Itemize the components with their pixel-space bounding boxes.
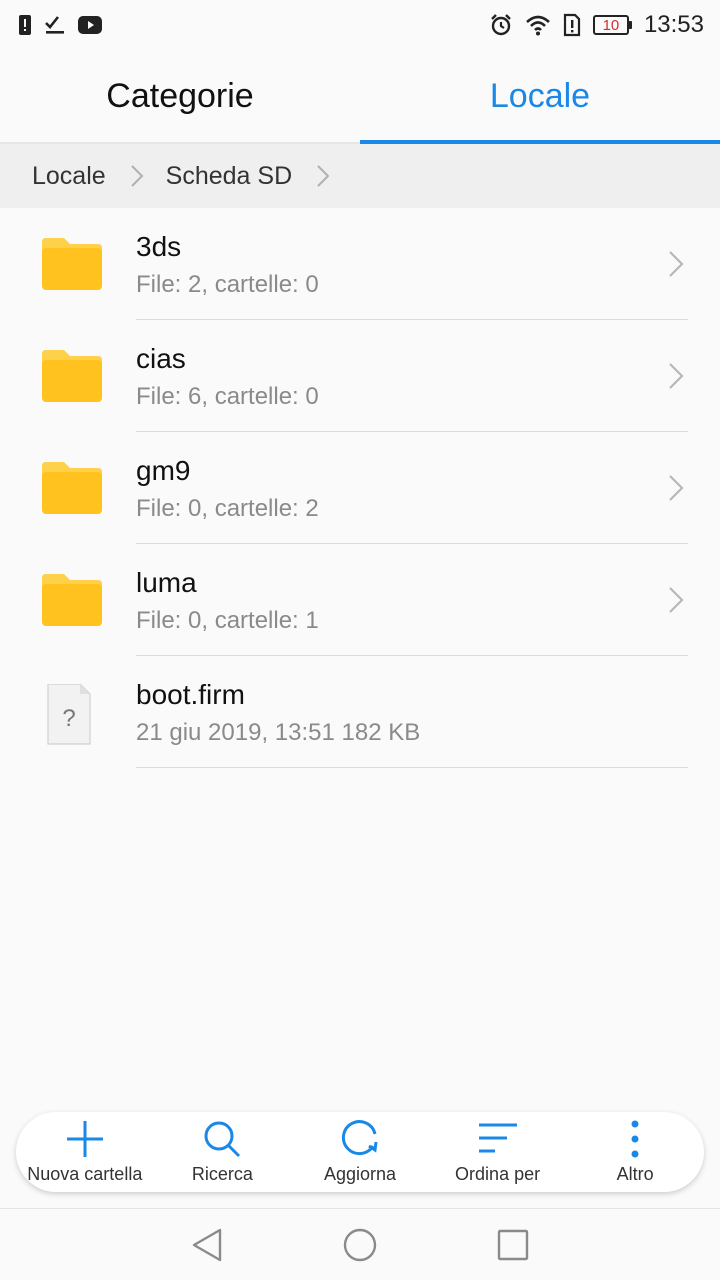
refresh-icon xyxy=(339,1118,381,1160)
sim-alert-icon xyxy=(563,13,581,37)
folder-icon xyxy=(40,348,104,404)
sort-icon xyxy=(477,1118,519,1160)
file-name: 3ds xyxy=(136,231,182,262)
chevron-right-icon xyxy=(668,586,684,619)
youtube-icon xyxy=(78,16,102,34)
breadcrumb-locale[interactable]: Locale xyxy=(32,162,106,191)
breadcrumb-scheda-sd[interactable]: Scheda SD xyxy=(166,162,292,191)
sort-label: Ordina per xyxy=(455,1164,541,1184)
battery-icon: 10 xyxy=(592,15,632,35)
status-left-icons xyxy=(18,14,102,36)
navigation-bar xyxy=(0,1208,720,1280)
breadcrumb: Locale Scheda SD xyxy=(0,144,720,208)
bottom-toolbar: Nuova cartella Ricerca Aggiorna Ordina p… xyxy=(16,1112,704,1192)
file-name: gm9 xyxy=(136,455,191,486)
file-name: boot.firm xyxy=(136,679,245,710)
file-meta: File: 0, cartelle: 2 xyxy=(136,495,319,522)
plus-icon xyxy=(65,1118,105,1160)
refresh-button[interactable]: Aggiorna xyxy=(291,1112,429,1192)
recents-icon[interactable] xyxy=(483,1215,543,1275)
file-meta: 21 giu 2019, 13:51 182 KB xyxy=(136,719,421,746)
search-button[interactable]: Ricerca xyxy=(154,1112,292,1192)
new-folder-label: Nuova cartella xyxy=(27,1164,143,1184)
back-icon[interactable] xyxy=(177,1215,237,1275)
folder-icon xyxy=(40,460,104,516)
checklist-icon xyxy=(44,14,66,36)
more-button[interactable]: Altro xyxy=(566,1112,704,1192)
svg-text:?: ? xyxy=(62,705,75,732)
file-meta: File: 0, cartelle: 1 xyxy=(136,607,319,634)
refresh-label: Aggiorna xyxy=(323,1164,397,1184)
divider xyxy=(136,767,688,768)
chevron-right-icon xyxy=(668,474,684,507)
sort-button[interactable]: Ordina per xyxy=(429,1112,567,1192)
folder-row[interactable]: luma File: 0, cartelle: 1 xyxy=(0,544,720,656)
file-name: cias xyxy=(136,343,186,374)
new-folder-button[interactable]: Nuova cartella xyxy=(16,1112,154,1192)
file-row[interactable]: ? boot.firm 21 giu 2019, 13:51 182 KB xyxy=(0,656,720,768)
home-icon[interactable] xyxy=(330,1215,390,1275)
folder-row[interactable]: 3ds File: 2, cartelle: 0 xyxy=(0,208,720,320)
status-bar: 10 13:53 xyxy=(0,0,720,50)
file-meta: File: 6, cartelle: 0 xyxy=(136,383,319,410)
folder-icon xyxy=(40,572,104,628)
folder-row[interactable]: cias File: 6, cartelle: 0 xyxy=(0,320,720,432)
folder-icon xyxy=(40,236,104,292)
chevron-right-icon xyxy=(130,164,144,188)
folder-row[interactable]: gm9 File: 0, cartelle: 2 xyxy=(0,432,720,544)
clock: 13:53 xyxy=(643,11,704,38)
search-label: Ricerca xyxy=(191,1164,253,1184)
battery-level: 10 xyxy=(602,16,620,34)
file-list: 3ds File: 2, cartelle: 0 cias File: 6, c… xyxy=(0,208,720,768)
more-vertical-icon xyxy=(630,1118,640,1160)
chevron-right-icon xyxy=(316,164,330,188)
more-label: Altro xyxy=(616,1164,654,1184)
chevron-right-icon xyxy=(668,250,684,283)
wifi-icon xyxy=(525,14,551,36)
search-icon xyxy=(202,1118,242,1160)
file-name: luma xyxy=(136,567,197,598)
alarm-icon xyxy=(489,13,513,37)
tab-bar: Categorie Locale xyxy=(0,50,720,144)
chevron-right-icon xyxy=(668,362,684,395)
file-meta: File: 2, cartelle: 0 xyxy=(136,271,319,298)
unknown-file-icon: ? xyxy=(40,683,104,745)
tab-categorie[interactable]: Categorie xyxy=(0,50,360,142)
alert-icon xyxy=(18,14,32,36)
tab-locale[interactable]: Locale xyxy=(360,50,720,144)
status-right-icons: 10 13:53 xyxy=(489,11,704,39)
